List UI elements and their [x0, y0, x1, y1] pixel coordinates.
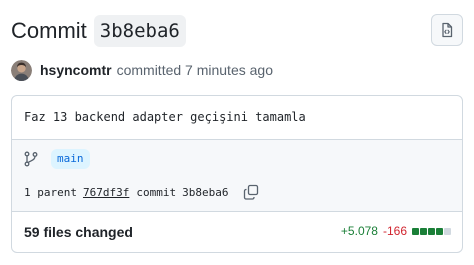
git-branch-icon	[24, 151, 38, 167]
commit-sha: 3b8eba6	[182, 185, 229, 199]
browse-files-button[interactable]	[431, 14, 463, 46]
branch-row: main	[24, 149, 90, 169]
title-word: Commit	[11, 18, 87, 43]
files-changed-row: 59 files changed +5.078 -166	[12, 212, 462, 252]
diffstat-block	[444, 227, 451, 235]
additions-count: +5.078	[340, 224, 378, 238]
diffstat-blocks	[411, 227, 451, 235]
commit-box: Faz 13 backend adapter geçişini tamamla …	[11, 95, 463, 253]
author-name[interactable]: hsyncomtr	[40, 62, 112, 78]
parent-sha-link[interactable]: 767df3f	[83, 186, 129, 199]
branch-badge[interactable]: main	[51, 149, 90, 169]
parent-row: 1 parent 767df3f commit 3b8eba6	[24, 183, 260, 201]
file-code-icon	[442, 22, 453, 38]
commit-label: commit	[136, 185, 177, 199]
diffstat-block	[436, 227, 443, 235]
author-row: hsyncomtr committed 7 minutes ago	[11, 59, 273, 81]
page-title: Commit 3b8eba6	[11, 15, 186, 47]
diffstat: +5.078 -166	[341, 224, 451, 238]
parent-label: 1 parent	[24, 185, 77, 199]
diffstat-block	[420, 227, 427, 235]
commit-time: committed 7 minutes ago	[116, 62, 273, 78]
files-changed-count: 59 files changed	[24, 224, 133, 240]
avatar[interactable]	[11, 59, 32, 81]
diffstat-block	[428, 227, 435, 235]
title-sha: 3b8eba6	[93, 15, 186, 47]
diffstat-block	[412, 227, 419, 235]
commit-message: Faz 13 backend adapter geçişini tamamla	[12, 96, 462, 140]
copy-sha-button[interactable]	[242, 183, 260, 201]
commit-meta: main 1 parent 767df3f commit 3b8eba6	[12, 140, 462, 212]
copy-icon	[244, 184, 259, 200]
commit-header: Commit 3b8eba6	[11, 14, 463, 50]
deletions-count: -166	[382, 224, 407, 238]
